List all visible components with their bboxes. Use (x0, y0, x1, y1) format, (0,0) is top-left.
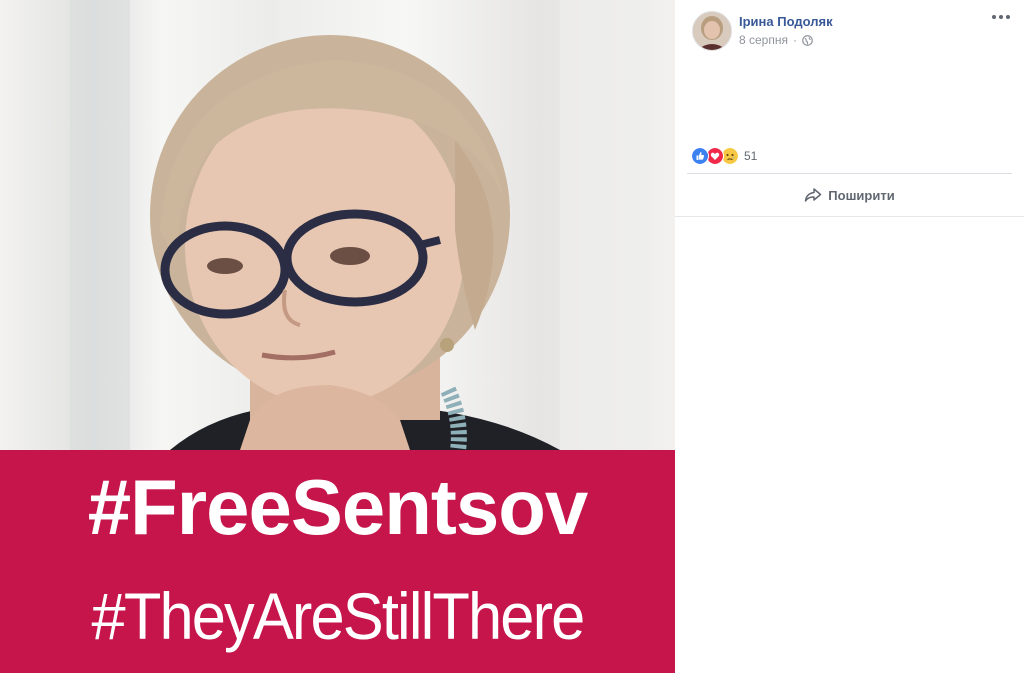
author-avatar[interactable] (692, 11, 732, 51)
author-name-link[interactable]: Ірина Подоляк (739, 14, 833, 29)
globe-icon[interactable] (802, 34, 813, 46)
reaction-count: 51 (744, 149, 758, 163)
meta-separator: · (792, 33, 797, 47)
hashtag-theyarestillthere: #TheyAreStillThere (91, 579, 586, 653)
share-label: Поширити (828, 187, 895, 203)
like-reaction-icon (691, 147, 709, 165)
post-photo[interactable]: #FreeSentsov #TheyAreStillThere (0, 0, 675, 673)
more-options-icon[interactable] (992, 12, 1010, 22)
divider (687, 173, 1012, 174)
post-sidebar: Ірина Подоляк 8 серпня · 51 Поширити (675, 0, 1024, 673)
share-icon (805, 188, 822, 202)
reactions-summary[interactable]: 51 (691, 147, 757, 165)
hashtag-freesentsov: #FreeSentsov (87, 463, 589, 551)
share-button[interactable]: Поширити (687, 181, 1012, 209)
section-divider (675, 216, 1024, 217)
portrait-illustration (70, 0, 650, 450)
avatar-image (693, 12, 731, 50)
post-date[interactable]: 8 серпня (739, 33, 788, 47)
post-meta: 8 серпня · (739, 33, 813, 47)
